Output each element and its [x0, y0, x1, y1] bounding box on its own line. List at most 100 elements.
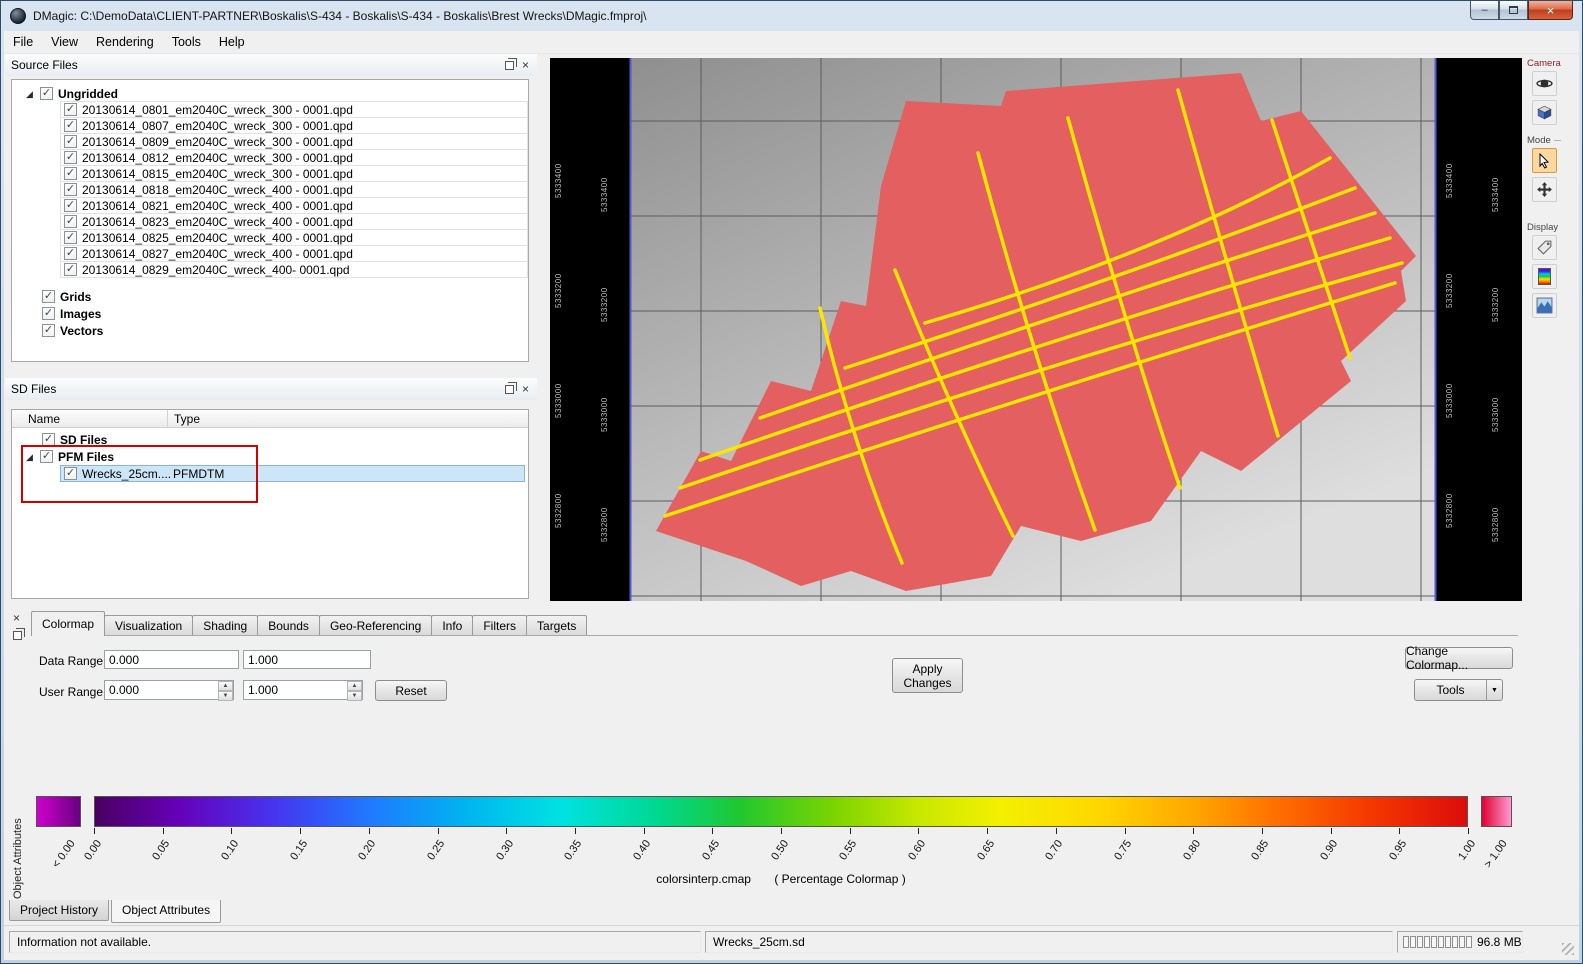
checkbox[interactable]: ✓ — [64, 103, 77, 116]
tab-colormap[interactable]: Colormap — [31, 611, 105, 636]
colorbar-tick-label-text: 0.15 — [288, 838, 310, 862]
menu-item-tools[interactable]: Tools — [163, 31, 210, 53]
window-titlebar[interactable]: DMagic: C:\DemoData\CLIENT-PARTNER\Boska… — [1, 1, 1582, 31]
colorbar-gradient[interactable] — [94, 796, 1468, 827]
column-type[interactable]: Type — [174, 412, 200, 426]
camera-orbit-button[interactable] — [1532, 71, 1557, 96]
checkbox[interactable]: ✓ — [64, 135, 77, 148]
spin-up-icon[interactable]: ▲ — [218, 681, 233, 691]
camera-view-button[interactable] — [1532, 100, 1557, 125]
change-colormap-button[interactable]: Change Colormap... — [1405, 647, 1513, 669]
source-group-images[interactable]: ✓Images — [42, 305, 522, 322]
menu-item-file[interactable]: File — [4, 31, 42, 53]
colormap-display-button[interactable] — [1532, 264, 1557, 289]
surface-display-button[interactable] — [1532, 293, 1557, 318]
tab-filters[interactable]: Filters — [472, 615, 527, 636]
tree-row-wrecks-selected[interactable]: ✓ Wrecks_25cm.... PFMDTM — [60, 465, 525, 482]
tab-bounds[interactable]: Bounds — [257, 615, 320, 636]
checkbox[interactable]: ✓ — [40, 87, 53, 100]
checkbox[interactable]: ✓ — [42, 324, 55, 337]
sd-files-column-header[interactable]: Name Type — [12, 410, 528, 428]
menu-item-rendering[interactable]: Rendering — [87, 31, 163, 53]
menu-item-view[interactable]: View — [42, 31, 87, 53]
checkbox[interactable]: ✓ — [64, 467, 77, 480]
minimize-button[interactable]: – — [1470, 1, 1499, 20]
user-range-min-input[interactable] — [104, 680, 234, 700]
checkbox[interactable]: ✓ — [42, 307, 55, 320]
source-file-row[interactable]: ✓20130614_0801_em2040C_wreck_300 - 0001.… — [60, 101, 528, 118]
source-group-vectors[interactable]: ✓Vectors — [42, 322, 522, 339]
tree-row-ungridded[interactable]: ◢ ✓ Ungridded — [26, 85, 118, 102]
spin-down-icon[interactable]: ▼ — [347, 691, 362, 701]
footer-tab-project-history[interactable]: Project History — [9, 900, 109, 921]
checkbox[interactable]: ✓ — [64, 151, 77, 164]
footer-tab-object-attributes[interactable]: Object Attributes — [111, 900, 221, 923]
close-panel-icon[interactable]: × — [522, 384, 529, 394]
checkbox[interactable]: ✓ — [64, 199, 77, 212]
column-separator[interactable] — [167, 410, 168, 427]
checkbox[interactable]: ✓ — [64, 247, 77, 260]
expander-icon[interactable]: ◢ — [26, 89, 36, 99]
cursor-icon — [1536, 153, 1552, 169]
memory-block — [1403, 936, 1409, 948]
checkbox[interactable]: ✓ — [64, 215, 77, 228]
label-display-button[interactable] — [1532, 235, 1557, 260]
tab-visualization[interactable]: Visualization — [104, 615, 193, 636]
checkbox[interactable]: ✓ — [40, 450, 53, 463]
source-file-row[interactable]: ✓20130614_0829_em2040C_wreck_400- 0001.q… — [60, 261, 528, 278]
viewport-3d[interactable]: 5333400533320053330005332800533340053332… — [550, 58, 1522, 601]
source-file-row[interactable]: ✓20130614_0812_em2040C_wreck_300 - 0001.… — [60, 149, 528, 166]
resize-grip[interactable] — [1562, 943, 1574, 955]
tab-info[interactable]: Info — [431, 615, 473, 636]
apply-changes-button[interactable]: Apply Changes — [892, 658, 963, 693]
source-file-row[interactable]: ✓ 20130614_0825_em2040C_wreck_400 - 0001.… — [60, 229, 528, 246]
dropdown-arrow-icon[interactable]: ▼ — [1486, 680, 1502, 700]
source-group-grids[interactable]: ✓Grids — [42, 288, 522, 305]
reset-button[interactable]: Reset — [375, 680, 447, 701]
close-button[interactable]: × — [1528, 1, 1573, 20]
colormap-icon — [1538, 268, 1551, 285]
source-file-row[interactable]: ✓20130614_0809_em2040C_wreck_300 - 0001.… — [60, 133, 528, 150]
source-file-label: 20130614_0825_em2040C_wreck_400 - 0001.q… — [82, 231, 353, 245]
source-file-row[interactable]: ✓20130614_0827_em2040C_wreck_400 - 0001.… — [60, 245, 528, 262]
dock-close-icon[interactable]: × — [13, 613, 20, 623]
checkbox[interactable]: ✓ — [42, 433, 55, 446]
source-file-row[interactable]: ✓20130614_0807_em2040C_wreck_300 - 0001.… — [60, 117, 528, 134]
source-file-row[interactable]: ✓20130614_0821_em2040C_wreck_400 - 0001.… — [60, 197, 528, 214]
spin-down-icon[interactable]: ▼ — [218, 691, 233, 701]
column-name[interactable]: Name — [28, 412, 60, 426]
float-panel-icon[interactable] — [505, 385, 514, 394]
source-file-row[interactable]: ✓20130614_0815_em2040C_wreck_300 - 0001.… — [60, 165, 528, 182]
source-file-row[interactable]: ✓20130614_0818_em2040C_wreck_400 - 0001.… — [60, 181, 528, 198]
dock-float-icon[interactable] — [13, 631, 22, 640]
tools-dropdown-button[interactable]: Tools ▼ — [1414, 679, 1503, 701]
checkbox[interactable]: ✓ — [64, 167, 77, 180]
colorbar-tick-label-text: 1.00 — [1456, 838, 1478, 862]
menu-item-help[interactable]: Help — [210, 31, 254, 53]
colorbar-tick — [712, 828, 713, 834]
pan-mode-button[interactable] — [1532, 177, 1557, 202]
checkbox[interactable]: ✓ — [64, 119, 77, 132]
checkbox[interactable]: ✓ — [64, 263, 77, 276]
pan-icon — [1536, 181, 1553, 198]
maximize-button[interactable] — [1499, 1, 1528, 20]
checkbox[interactable]: ✓ — [64, 183, 77, 196]
spin-up-icon[interactable]: ▲ — [347, 681, 362, 691]
tree-row-sd-files[interactable]: ✓ SD Files — [42, 431, 107, 448]
data-range-max-input[interactable] — [243, 650, 371, 669]
tab-shading[interactable]: Shading — [192, 615, 258, 636]
checkbox[interactable]: ✓ — [42, 290, 55, 303]
data-range-min-input[interactable] — [104, 650, 239, 669]
tab-geo-referencing[interactable]: Geo-Referencing — [319, 615, 432, 636]
float-panel-icon[interactable] — [505, 61, 514, 70]
source-file-row[interactable]: ✓20130614_0823_em2040C_wreck_400 - 0001.… — [60, 213, 528, 230]
tree-row-pfm-files[interactable]: ◢ ✓ PFM Files — [26, 448, 114, 465]
expander-icon[interactable]: ◢ — [26, 452, 36, 462]
user-range-max-input[interactable] — [243, 680, 363, 700]
close-panel-icon[interactable]: × — [522, 60, 529, 70]
apply-line2: Changes — [903, 676, 951, 690]
checkbox[interactable]: ✓ — [64, 231, 77, 244]
tab-targets[interactable]: Targets — [526, 615, 587, 636]
select-mode-button[interactable] — [1532, 148, 1557, 173]
colorbar-over-range — [1481, 796, 1512, 827]
